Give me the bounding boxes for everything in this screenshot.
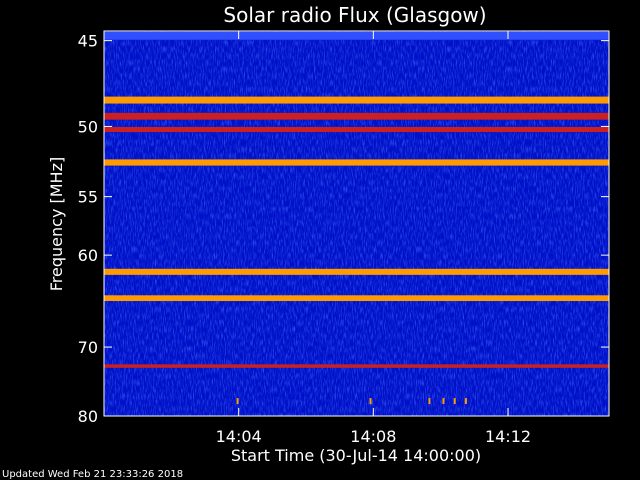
y-tick-label-45: 45	[78, 32, 98, 51]
band-5	[104, 268, 609, 275]
band-1	[104, 96, 609, 104]
burst-4	[453, 398, 456, 405]
band-6	[104, 295, 609, 302]
burst-1	[369, 398, 372, 405]
x-tick-label-2: 14:12	[485, 427, 531, 446]
burst-5	[464, 398, 467, 405]
y-axis-label: Frequency [MHz]	[47, 157, 66, 291]
band-0	[104, 31, 609, 40]
y-tick-label-60: 60	[78, 246, 98, 265]
y-tick-label-55: 55	[78, 188, 98, 207]
y-tick-label-50: 50	[78, 117, 98, 136]
plot-noise-texture	[104, 31, 609, 416]
footer-updated-text: Updated Wed Feb 21 23:33:26 2018	[2, 469, 183, 480]
chart-title: Solar radio Flux (Glasgow)	[223, 3, 486, 27]
burst-0	[236, 398, 239, 405]
y-tick-label-70: 70	[78, 338, 98, 357]
x-axis-label: Start Time (30-Jul-14 14:00:00)	[231, 446, 481, 465]
band-3	[104, 126, 609, 133]
y-tick-label-80: 80	[78, 407, 98, 426]
burst-2	[428, 398, 431, 405]
chart-root: Solar radio Flux (Glasgow) 45 50 55 60 70 80 …	[0, 0, 640, 480]
plot-area	[103, 30, 610, 417]
x-tick-label-1: 14:08	[350, 427, 396, 446]
burst-3	[442, 398, 445, 405]
spectrogram-chart: Solar radio Flux (Glasgow) 455055607080 …	[2, 3, 610, 480]
x-tick-label-0: 14:04	[216, 427, 262, 446]
band-7	[104, 364, 609, 368]
band-2	[104, 112, 609, 120]
band-4	[104, 159, 609, 166]
